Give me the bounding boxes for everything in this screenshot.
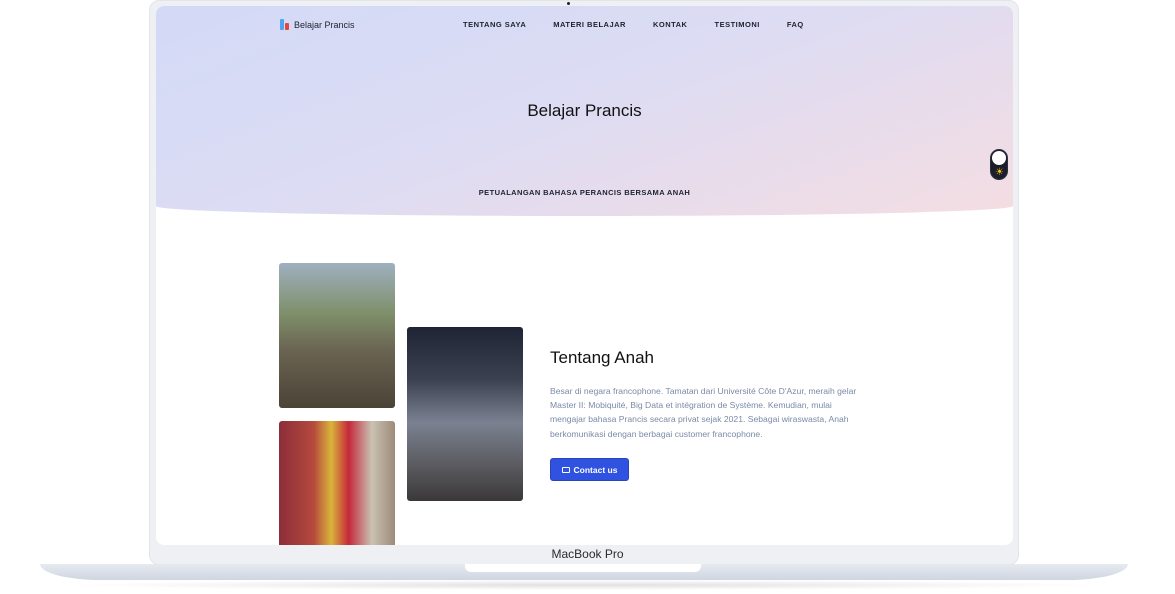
nav-item-tentang-saya[interactable]: TENTANG SAYA (463, 20, 526, 29)
laptop-shadow (60, 580, 1110, 590)
about-title: Tentang Anah (550, 348, 654, 367)
nav-item-faq[interactable]: FAQ (787, 20, 804, 29)
nav-item-materi-belajar[interactable]: MATERI BELAJAR (553, 20, 626, 29)
about-text: Besar di negara francophone. Tamatan dar… (550, 386, 857, 439)
laptop-screen: Belajar Prancis TENTANG SAYA MATERI BELA… (156, 6, 1013, 545)
sun-icon: ☀ (995, 167, 1004, 178)
device-label: MacBook Pro (551, 547, 624, 561)
theme-toggle[interactable]: ☀ (990, 149, 1008, 180)
site-logo[interactable]: Belajar Prancis (280, 19, 355, 30)
hero-section: Belajar Prancis TENTANG SAYA MATERI BELA… (156, 6, 1013, 216)
main-nav: TENTANG SAYA MATERI BELAJAR KONTAK TESTI… (463, 20, 804, 29)
nav-item-kontak[interactable]: KONTAK (653, 20, 688, 29)
photo-certificate-flags (279, 421, 395, 545)
laptop-notch (465, 564, 701, 572)
logo-text: Belajar Prancis (294, 19, 355, 30)
photo-award-evening (407, 327, 523, 501)
contact-us-button[interactable]: Contact us (550, 458, 629, 481)
mail-icon (561, 466, 570, 473)
photo-friends-outdoor (279, 263, 395, 408)
hero-title: Belajar Prancis (527, 101, 642, 120)
page: Belajar Prancis TENTANG SAYA MATERI BELA… (0, 0, 1175, 594)
toggle-knob (992, 151, 1006, 165)
logo-icon (280, 19, 291, 30)
nav-item-testimoni[interactable]: TESTIMONI (714, 20, 759, 29)
camera-dot (567, 2, 570, 5)
hero-subtitle: PETUALANGAN BAHASA PERANCIS BERSAMA ANAH (478, 188, 691, 197)
contact-us-label: Contact us (573, 464, 618, 475)
